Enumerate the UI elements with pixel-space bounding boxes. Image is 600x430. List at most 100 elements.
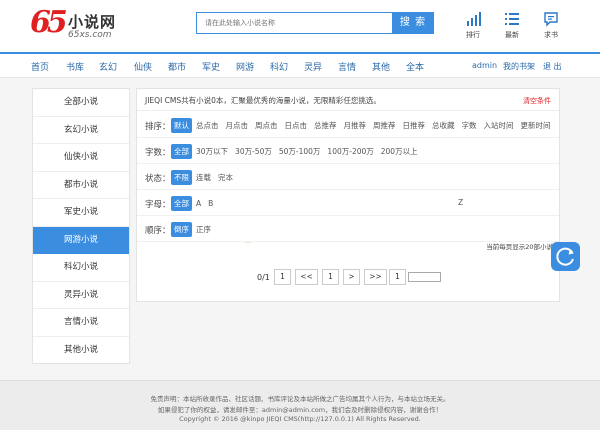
order-label: 顺序：	[145, 226, 171, 236]
footer-copyright: Copyright © 2016 @kinpo JIEQI CMS(http:/…	[179, 415, 421, 423]
page-prev-button[interactable]: <<	[295, 269, 318, 285]
status-option[interactable]: 完本	[215, 170, 236, 185]
nav-bookshelf[interactable]: 我的书架	[503, 61, 535, 72]
search-button[interactable]: 搜 索	[392, 12, 434, 34]
sort-option[interactable]: 月点击	[223, 118, 252, 133]
main-nav: 首页 书库 玄幻 仙侠 都市 军史 网游 科幻 灵异 言情 其他 全本 admi…	[0, 52, 600, 78]
footer-disclaimer: 免责声明：本站所收录作品、社区话题、书库评论及本站所做之广告均属其个人行为，与本…	[150, 395, 450, 403]
letter-label: 字母：	[145, 200, 171, 210]
sidebar-item-dushi[interactable]: 都市小说	[33, 172, 129, 199]
letter-option[interactable]: 全部	[171, 196, 192, 211]
page-first-number[interactable]: 1	[274, 269, 291, 285]
rank-link[interactable]: 排行	[458, 11, 488, 40]
search-input[interactable]	[197, 13, 389, 33]
letter-options: 全部 A B	[171, 196, 217, 211]
clear-filters-link[interactable]: 清空条件	[523, 96, 551, 106]
pagination: 0/1 1 << 1 > >> 1	[137, 266, 559, 290]
words-option[interactable]: 30万-50万	[232, 144, 275, 159]
latest-link[interactable]: 最新	[497, 11, 527, 40]
filter-panel: JIEQI CMS共有小说0本，汇聚最优秀的海量小说，无限精彩任您挑选。 清空条…	[136, 88, 560, 302]
sort-option[interactable]: 总推荐	[311, 118, 340, 133]
sort-option[interactable]: 更新时间	[518, 118, 554, 133]
sort-option[interactable]: 字数	[459, 118, 480, 133]
page-next-button[interactable]: >	[343, 269, 360, 285]
site-logo[interactable]: 65 小说网 65xs.com	[30, 8, 150, 44]
sort-option[interactable]: 总收藏	[429, 118, 458, 133]
sort-option[interactable]: 日点击	[282, 118, 311, 133]
letter-option[interactable]: Z	[455, 196, 466, 209]
nav-username[interactable]: admin	[472, 61, 497, 70]
nav-yanqing[interactable]: 言情	[338, 60, 356, 73]
letter-option[interactable]: B	[205, 197, 216, 210]
nav-junshi[interactable]: 军史	[202, 60, 220, 73]
bar-chart-icon	[467, 12, 481, 26]
nav-home[interactable]: 首页	[31, 60, 49, 73]
nav-logout[interactable]: 退 出	[543, 61, 562, 72]
order-options: 倒序 正序	[171, 222, 215, 237]
words-option[interactable]: 100万-200万	[324, 144, 376, 159]
footer-contact: 如果侵犯了你的权益，请发邮件至：admin@admin.com，我们会及时删除侵…	[157, 406, 443, 414]
logo-domain: 65xs.com	[68, 30, 112, 40]
sort-option[interactable]: 默认	[171, 118, 192, 133]
sidebar-item-kehuan[interactable]: 科幻小说	[33, 254, 129, 282]
search-box: 搜 索	[196, 12, 434, 34]
sort-option[interactable]: 周点击	[252, 118, 281, 133]
order-option[interactable]: 倒序	[171, 222, 192, 237]
refresh-button[interactable]	[551, 242, 580, 271]
status-option[interactable]: 不限	[171, 170, 192, 185]
notice-bar: JIEQI CMS共有小说0本，汇聚最优秀的海量小说，无限精彩任您挑选。 清空条…	[137, 89, 559, 111]
status-option[interactable]: 连载	[193, 170, 214, 185]
sidebar-item-xianxia[interactable]: 仙侠小说	[33, 144, 129, 172]
category-sidebar: 全部小说 玄幻小说 仙侠小说 都市小说 军史小说 网游小说 科幻小说 灵异小说 …	[32, 88, 130, 364]
filter-row-letter: 字母： 全部 A B Z	[137, 190, 559, 216]
page-current-number[interactable]: 1	[322, 269, 339, 285]
nav-lingyi[interactable]: 灵异	[304, 60, 322, 73]
request-link[interactable]: 求书	[536, 11, 566, 40]
words-option[interactable]: 50万-100万	[276, 144, 324, 159]
words-label: 字数：	[145, 148, 171, 158]
words-option[interactable]: 30万以下	[193, 144, 231, 159]
words-options: 全部 30万以下 30万-50万 50万-100万 100万-200万 200万以上	[171, 144, 422, 159]
sidebar-item-all[interactable]: 全部小说	[33, 89, 129, 117]
loading-tick: …	[245, 238, 251, 245]
sort-option[interactable]: 总点击	[193, 118, 222, 133]
nav-dushi[interactable]: 都市	[168, 60, 186, 73]
sort-label: 排序：	[145, 122, 171, 132]
words-option[interactable]: 200万以上	[378, 144, 421, 159]
words-option[interactable]: 全部	[171, 144, 192, 159]
sort-option[interactable]: 周推荐	[370, 118, 399, 133]
sort-option[interactable]: 入站时间	[481, 118, 517, 133]
page-last-button[interactable]: >>	[364, 269, 387, 285]
status-label: 状态：	[145, 174, 171, 184]
letter-option[interactable]: A	[193, 197, 204, 210]
sidebar-item-yanqing[interactable]: 言情小说	[33, 309, 129, 337]
nav-other[interactable]: 其他	[372, 60, 390, 73]
latest-label: 最新	[505, 31, 519, 39]
sidebar-item-wangyou[interactable]: 网游小说	[33, 226, 129, 254]
logo-digits: 65	[30, 5, 68, 40]
filter-row-order: 顺序： 倒序 正序	[137, 216, 559, 242]
status-options: 不限 连载 完本	[171, 170, 237, 185]
page-size-info: 当前每页显示20部小说	[486, 243, 553, 251]
page-last-number[interactable]: 1	[389, 269, 406, 285]
sort-option[interactable]: 日推荐	[400, 118, 429, 133]
sort-option[interactable]: 月推荐	[341, 118, 370, 133]
nav-completed[interactable]: 全本	[406, 60, 424, 73]
header: 65 小说网 65xs.com 搜 索 排行 最新	[0, 0, 600, 52]
nav-xianxia[interactable]: 仙侠	[134, 60, 152, 73]
filter-row-sort: 排序： 默认 总点击 月点击 周点击 日点击 总推荐 月推荐 周推荐 日推荐 总收藏 字数 入站时间更…	[137, 112, 559, 138]
request-label: 求书	[544, 31, 558, 39]
nav-kehuan[interactable]: 科幻	[270, 60, 288, 73]
nav-xuanhuan[interactable]: 玄幻	[99, 60, 117, 73]
rank-label: 排行	[466, 31, 480, 39]
nav-library[interactable]: 书库	[66, 60, 84, 73]
page-jump-input[interactable]	[408, 272, 441, 282]
sidebar-item-junshi[interactable]: 军史小说	[33, 199, 129, 227]
refresh-icon	[556, 247, 574, 266]
sidebar-item-xuanhuan[interactable]: 玄幻小说	[33, 117, 129, 144]
sidebar-item-lingyi[interactable]: 灵异小说	[33, 282, 129, 309]
nav-wangyou[interactable]: 网游	[236, 60, 254, 73]
order-option[interactable]: 正序	[193, 222, 214, 237]
sidebar-item-other[interactable]: 其他小说	[33, 337, 129, 365]
logo-name: 小说网	[68, 13, 117, 31]
